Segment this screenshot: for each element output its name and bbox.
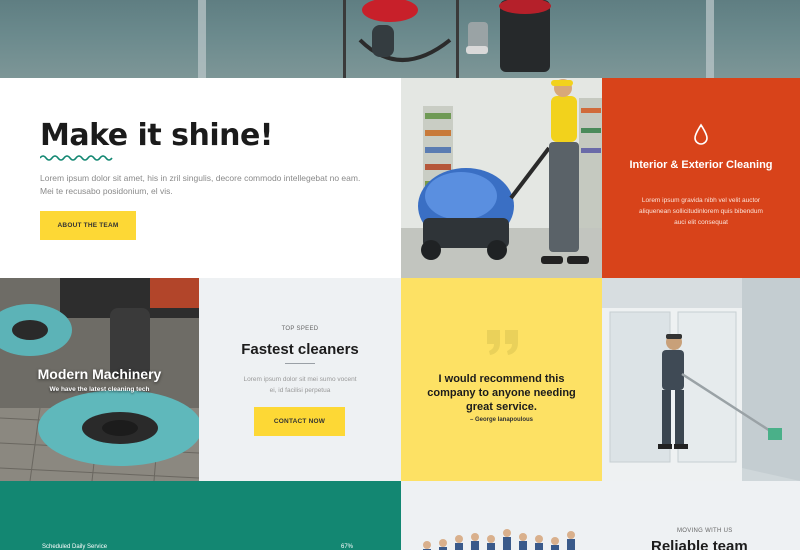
contact-now-button[interactable]: CONTACT NOW bbox=[254, 407, 345, 436]
machinery-title: Modern Machinery bbox=[37, 366, 162, 382]
wave-divider bbox=[40, 155, 113, 161]
about-team-button[interactable]: ABOUT THE TEAM bbox=[40, 211, 136, 240]
water-drop-icon bbox=[694, 123, 708, 145]
intro-text: Lorem ipsum dolor sit amet, his in zril … bbox=[40, 173, 361, 196]
testimonial-quote: I would recommend this company to anyone… bbox=[427, 373, 576, 413]
window-cleaner-photo bbox=[358, 0, 551, 72]
interior-exterior-card: Interior & Exterior Cleaning Lorem ipsum… bbox=[602, 78, 800, 278]
team-photo bbox=[423, 529, 575, 550]
intro-section: Make it shine! Lorem ipsum dolor sit ame… bbox=[0, 78, 401, 278]
section-kicker: TOP SPEED bbox=[281, 326, 319, 332]
team-kicker: MOVING WITH US bbox=[677, 528, 733, 534]
hero-photo bbox=[0, 0, 800, 78]
machinery-subtitle: We have the latest cleaning tech bbox=[49, 386, 150, 393]
window-cleaning-photo bbox=[602, 278, 800, 481]
service-label: Scheduled Daily Service bbox=[42, 544, 108, 550]
card-text: Lorem ipsum gravida nibh vel velit aucto… bbox=[639, 197, 763, 226]
team-section: MOVING WITH US Reliable team bbox=[401, 481, 800, 550]
card-title: Interior & Exterior Cleaning bbox=[629, 159, 773, 171]
floor-cleaning-photo bbox=[401, 78, 602, 278]
team-title: Reliable team bbox=[651, 538, 748, 550]
section-title: Fastest cleaners bbox=[241, 341, 359, 358]
quote-icon bbox=[487, 330, 518, 355]
service-percent: 67% bbox=[341, 544, 354, 550]
title-underline bbox=[285, 363, 315, 364]
page-title: Make it shine! bbox=[40, 118, 274, 153]
modern-machinery-card: Modern Machinery We have the latest clea… bbox=[0, 278, 199, 481]
testimonial-card: I would recommend this company to anyone… bbox=[401, 278, 602, 481]
testimonial-author: – George Ianapoulous bbox=[469, 417, 533, 423]
services-section: Scheduled Daily Service 67% bbox=[0, 481, 401, 550]
section-text: Lorem ipsum dolor sit mei sumo vocent ei… bbox=[243, 376, 357, 394]
fastest-cleaners-card: TOP SPEED Fastest cleaners Lorem ipsum d… bbox=[199, 278, 401, 481]
